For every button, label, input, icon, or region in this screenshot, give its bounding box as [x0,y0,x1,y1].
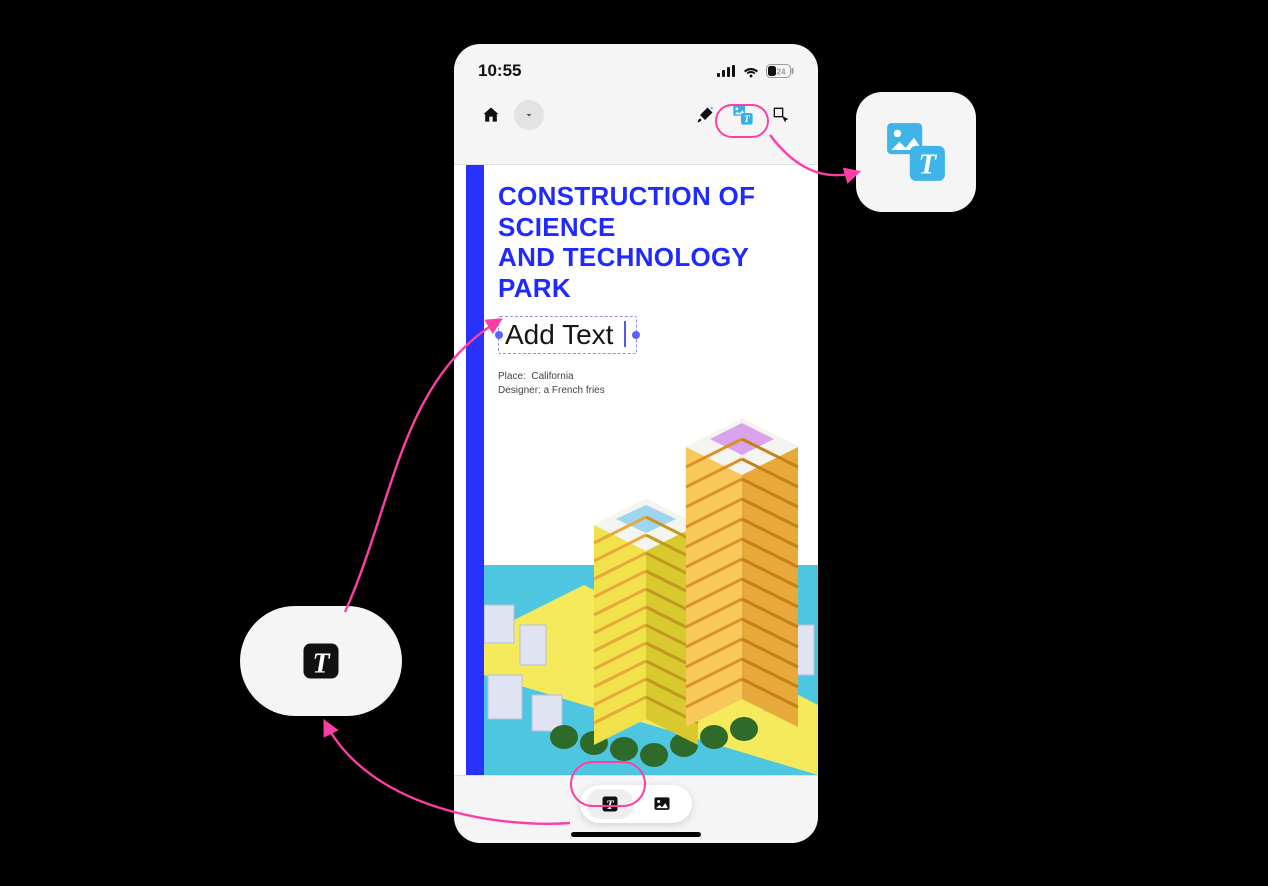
add-text-placeholder: Add Text [505,319,613,350]
svg-text:T: T [919,149,938,181]
document-accent-bar [466,165,484,775]
bottom-toolbar: T [454,785,818,823]
home-indicator [571,832,701,837]
home-icon [481,105,501,125]
phone-frame: 10:55 24 [454,44,818,843]
heading-line: Construction of Science [498,181,804,242]
image-tool-icon [652,794,672,814]
cellular-icon [717,65,736,77]
highlighter-icon [695,105,715,125]
chevron-down-icon [523,109,535,121]
status-bar: 10:55 24 [454,44,818,92]
home-button[interactable] [476,100,506,130]
image-text-icon: T [883,119,949,185]
resize-handle-right[interactable] [632,331,640,339]
callout-image-text: T [856,92,976,212]
highlighter-button[interactable] [690,100,720,130]
text-tool-icon: T [600,794,620,814]
status-indicators: 24 [717,64,794,78]
text-tool-button[interactable]: T [586,789,634,819]
lasso-select-icon [771,105,791,125]
document-canvas[interactable]: Construction of Science and Technology P… [454,164,818,776]
callout-text-tool: T [240,606,402,716]
wifi-icon [742,65,760,78]
document-heading: Construction of Science and Technology P… [498,181,804,304]
dropdown-button[interactable] [514,100,544,130]
top-toolbar: T [454,92,818,138]
image-text-icon: T [732,104,754,126]
svg-text:24: 24 [777,67,786,76]
heading-line: and Technology Park [498,242,804,303]
text-cursor [624,321,626,347]
add-text-box[interactable]: Add Text [498,316,637,354]
status-time: 10:55 [478,61,521,81]
document-illustration [484,375,818,775]
image-tool-button[interactable] [638,789,686,819]
lasso-select-button[interactable] [766,100,796,130]
svg-text:T: T [312,648,331,679]
image-text-button[interactable]: T [728,100,758,130]
battery-icon: 24 [766,64,794,78]
resize-handle-left[interactable] [495,331,503,339]
text-tool-icon: T [300,640,342,682]
